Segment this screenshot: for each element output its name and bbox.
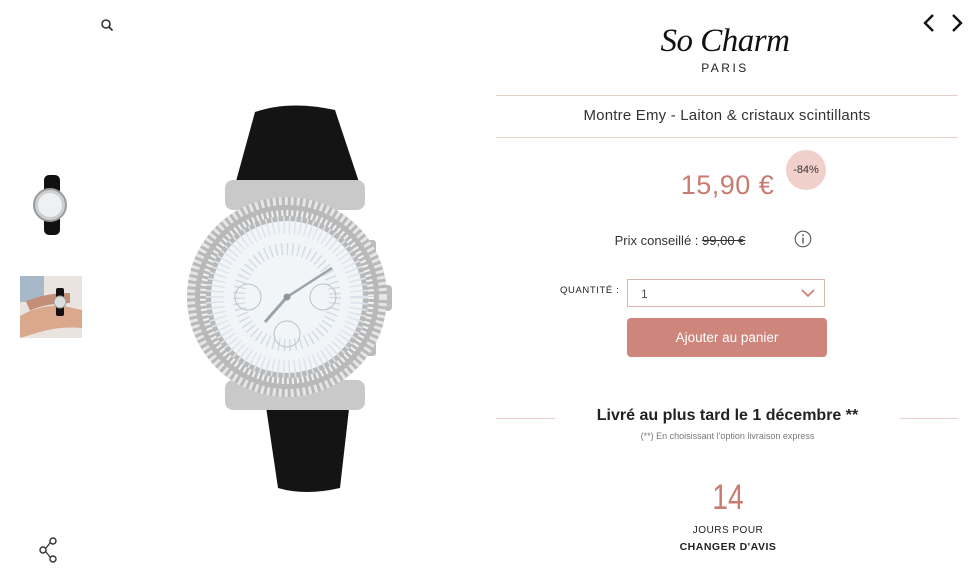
return-days-line2: CHANGER D'AVIS: [679, 541, 777, 553]
discount-badge: -84%: [786, 150, 826, 190]
return-days-line1: JOURS POUR: [692, 525, 764, 536]
product-image: [170, 100, 420, 495]
chevron-left-icon[interactable]: [920, 12, 938, 34]
delivery-note: (**) En choisissant l'option livraison e…: [640, 431, 815, 441]
return-days-number: 14: [712, 478, 744, 517]
thumbnail-worn[interactable]: [20, 276, 82, 338]
recommended-price: Prix conseillé : 99,00 €: [560, 233, 800, 248]
brand-name: So Charm: [660, 23, 790, 59]
brand-subtitle: PARIS: [701, 61, 749, 75]
divider: [496, 95, 958, 96]
chevron-down-icon: [800, 287, 816, 299]
divider: [496, 418, 555, 419]
chevron-right-icon[interactable]: [948, 12, 966, 34]
divider: [900, 418, 958, 419]
add-to-cart-button[interactable]: Ajouter au panier: [627, 318, 827, 357]
thumbnail-watch[interactable]: [20, 173, 82, 235]
quantity-label: QUANTITÉ :: [560, 285, 620, 296]
divider: [496, 137, 958, 138]
product-nav: [920, 12, 966, 34]
share-icon[interactable]: [38, 536, 60, 564]
rrp-value: 99,00 €: [702, 233, 746, 248]
zoom-search-icon[interactable]: [100, 18, 114, 32]
rrp-label: Prix conseillé :: [614, 233, 699, 248]
brand-logo[interactable]: So Charm PARIS: [620, 22, 830, 75]
delivery-title: Livré au plus tard le 1 décembre **: [596, 407, 859, 424]
product-title: Montre Emy - Laiton & cristaux scintilla…: [583, 107, 871, 124]
quantity-value: 1: [641, 287, 648, 301]
info-icon[interactable]: [794, 230, 812, 248]
quantity-select[interactable]: 1: [627, 279, 825, 307]
